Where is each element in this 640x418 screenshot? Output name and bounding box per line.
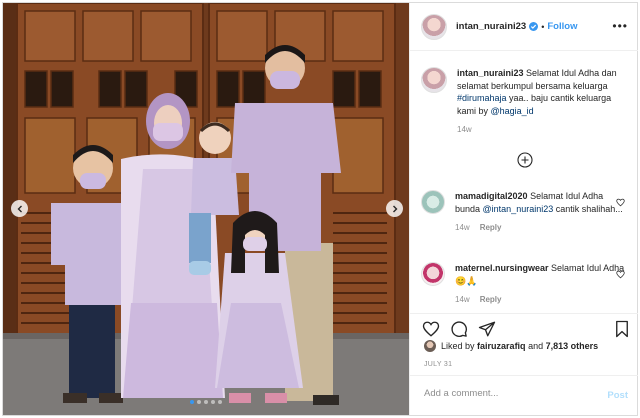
comment-text-2: cantik shalihah... <box>553 203 623 214</box>
carousel-dot <box>211 400 215 404</box>
reply-button[interactable]: Reply <box>480 295 502 304</box>
avatar[interactable] <box>421 13 447 40</box>
load-more-plus-icon[interactable] <box>517 152 533 168</box>
caption-username[interactable]: intan_nuraini23 <box>457 68 524 78</box>
avatar[interactable] <box>421 67 447 93</box>
carousel-indicator <box>3 400 409 404</box>
carousel-next-button[interactable] <box>386 200 403 217</box>
action-bar <box>410 313 638 343</box>
comment-item: maternel.nursingwear Selamat Idul Adha 😊… <box>421 262 631 307</box>
post-caption: intan_nuraini23 Selamat Idul Adha dan se… <box>421 67 631 137</box>
likes-count[interactable]: 7,813 others <box>546 341 599 351</box>
header-separator: • <box>541 21 545 32</box>
comment-body: mamadigital2020 Selamat Idul Adha bunda … <box>455 190 625 235</box>
likes-user[interactable]: fairuzarafiq <box>477 341 526 351</box>
comment-text: Selamat Idul Adha <box>551 263 625 273</box>
share-icon[interactable] <box>478 320 496 338</box>
post-side-panel: intan_nuraini23 • Follow ••• intan_nurai… <box>409 3 638 415</box>
follow-button[interactable]: Follow <box>547 21 577 32</box>
caption-timestamp: 14w <box>457 125 472 134</box>
verified-badge-icon <box>529 22 539 31</box>
comment-timestamp: 14w <box>455 295 470 304</box>
more-options-icon[interactable]: ••• <box>612 19 628 33</box>
add-comment-bar: Post <box>410 375 638 415</box>
heart-icon[interactable] <box>422 320 440 338</box>
carousel-dot <box>218 400 222 404</box>
comment-body: maternel.nursingwear Selamat Idul Adha 😊… <box>455 262 625 307</box>
instagram-post: intan_nuraini23 • Follow ••• intan_nurai… <box>2 2 638 416</box>
comment-emoji: 😊🙏 <box>455 275 478 286</box>
caption-hashtag[interactable]: #dirumahaja <box>457 93 507 103</box>
avatar[interactable] <box>421 262 445 286</box>
carousel-prev-button[interactable] <box>11 200 28 217</box>
comment-mention[interactable]: @intan_nuraini23 <box>483 204 554 214</box>
avatar <box>424 340 436 352</box>
chevron-left-icon <box>17 205 22 212</box>
comment-username[interactable]: maternel.nursingwear <box>455 263 549 273</box>
comment-like-icon[interactable] <box>616 198 625 207</box>
post-header: intan_nuraini23 • Follow ••• <box>410 3 638 51</box>
reply-button[interactable]: Reply <box>480 223 502 232</box>
header-username[interactable]: intan_nuraini23 <box>456 21 526 32</box>
carousel-dot <box>197 400 201 404</box>
likes-prefix: Liked by <box>441 341 475 351</box>
chevron-right-icon <box>392 205 397 212</box>
likes-summary: Liked by fairuzarafiq and 7,813 others <box>424 340 598 352</box>
carousel-dot <box>190 400 194 404</box>
comment-input[interactable] <box>424 388 594 399</box>
caption-body: intan_nuraini23 Selamat Idul Adha dan se… <box>457 67 627 137</box>
family-photo-illustration <box>3 3 409 415</box>
post-date: JULY 31 <box>424 361 453 368</box>
bookmark-icon[interactable] <box>614 320 630 338</box>
post-photo[interactable] <box>3 3 409 415</box>
comment-timestamp: 14w <box>455 223 470 232</box>
likes-and: and <box>528 341 544 351</box>
comment-item: mamadigital2020 Selamat Idul Adha bunda … <box>421 190 631 235</box>
comment-username[interactable]: mamadigital2020 <box>455 191 528 201</box>
post-comment-button[interactable]: Post <box>607 390 628 401</box>
comment-icon[interactable] <box>450 320 468 338</box>
comment-like-icon[interactable] <box>616 270 625 279</box>
caption-mention[interactable]: @hagia_id <box>491 106 534 116</box>
carousel-dot <box>204 400 208 404</box>
avatar[interactable] <box>421 190 445 214</box>
